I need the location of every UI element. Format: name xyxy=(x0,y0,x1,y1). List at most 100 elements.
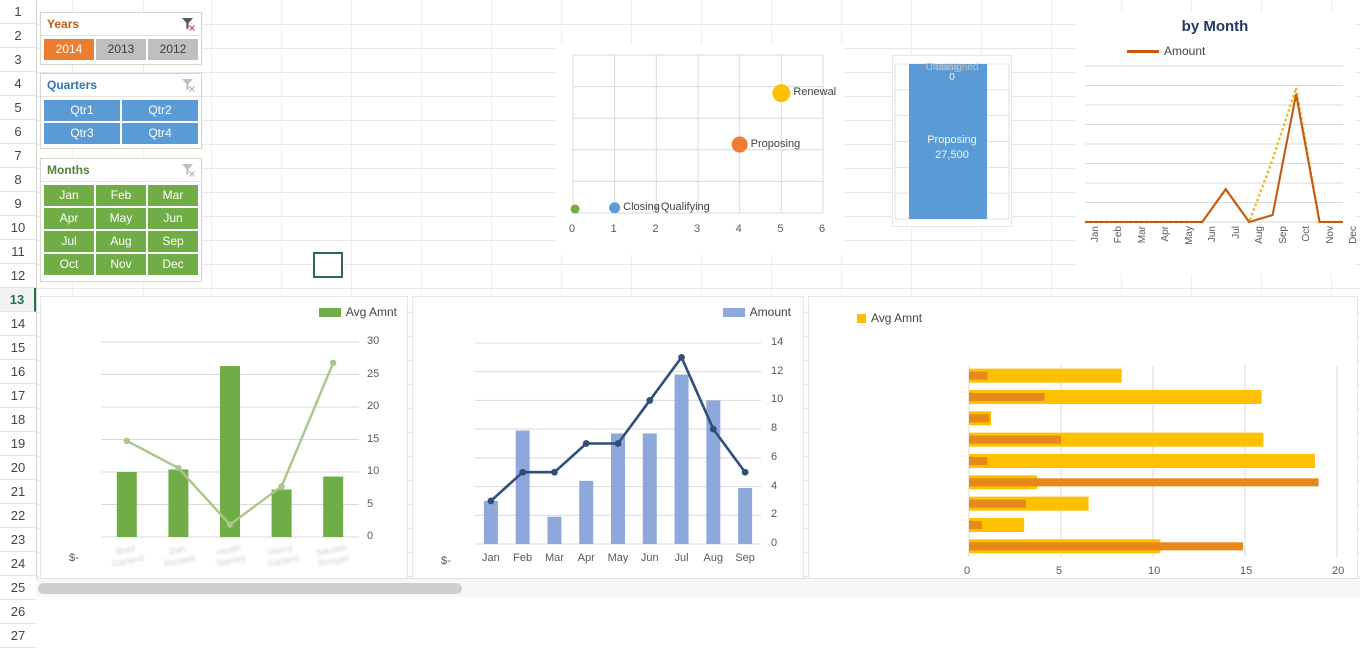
bubble-xtick-1: 1 xyxy=(610,223,617,235)
row-header-9[interactable]: 9 xyxy=(0,192,36,216)
bubble-xtick-6: 6 xyxy=(819,223,826,235)
row-header-4[interactable]: 4 xyxy=(0,72,36,96)
rep-ytick-10: 10 xyxy=(367,465,380,477)
slicer-item-dec[interactable]: Dec xyxy=(148,254,198,275)
slicer-months-items[interactable]: Jan Feb Mar Apr May Jun Jul Aug Sep Oct … xyxy=(41,182,201,278)
bubble-label-proposing: Proposing xyxy=(750,137,801,150)
row-header-13[interactable]: 13 xyxy=(0,288,36,312)
chart-avg-amnt-by-rep[interactable]: Avg Amnt $- 0 5 10 15 20 25 30 Brad Garland Dan R… xyxy=(40,296,408,582)
slicer-item-may[interactable]: May xyxy=(96,208,146,229)
legend-label-amount-bar: Amount xyxy=(749,305,791,319)
slicer-item-2014[interactable]: 2014 xyxy=(44,39,94,60)
legend-label-amount: Amount xyxy=(1164,44,1206,58)
month-xtick-Apr: Apr xyxy=(577,552,595,564)
row-header-17[interactable]: 17 xyxy=(0,384,36,408)
row-header-19[interactable]: 19 xyxy=(0,432,36,456)
month-ytick-0: 0 xyxy=(771,537,778,549)
chart-stacked-amount[interactable]: Unassigned Closing 0 Proposing 27,500 xyxy=(892,55,1012,227)
row-header-27[interactable]: 27 xyxy=(0,624,36,648)
legend-swatch-avg-amnt-h xyxy=(857,313,866,323)
by-month-xtick-Nov: Nov xyxy=(1324,226,1336,244)
month-xtick-Jun: Jun xyxy=(640,552,659,564)
row-header-1[interactable]: 1 xyxy=(0,0,36,24)
row-header-2[interactable]: 2 xyxy=(0,24,36,48)
row-header-8[interactable]: 8 xyxy=(0,168,36,192)
slicer-item-qtr2[interactable]: Qtr2 xyxy=(122,100,198,121)
bubble-xtick-3: 3 xyxy=(694,223,701,235)
slicer-item-qtr1[interactable]: Qtr1 xyxy=(44,100,120,121)
row-header-26[interactable]: 26 xyxy=(0,600,36,624)
row-header-11[interactable]: 11 xyxy=(0,240,36,264)
slicer-item-apr[interactable]: Apr xyxy=(44,208,94,229)
row-header-22[interactable]: 22 xyxy=(0,504,36,528)
slicer-item-sep[interactable]: Sep xyxy=(148,231,198,252)
row-header-5[interactable]: 5 xyxy=(0,96,36,120)
month-ytick-10: 10 xyxy=(771,393,784,406)
slicer-quarters[interactable]: Quarters Qtr1 Qtr2 Qtr3 Qtr4 xyxy=(40,73,202,149)
month-ytick-6: 6 xyxy=(771,450,778,463)
hbar-xtick-20: 20 xyxy=(1332,565,1345,577)
slicer-item-jun[interactable]: Jun xyxy=(148,208,198,229)
slicer-item-aug[interactable]: Aug xyxy=(96,231,146,252)
legend-avg-amnt[interactable]: Avg Amnt xyxy=(318,305,397,319)
slicer-item-oct[interactable]: Oct xyxy=(44,254,94,275)
row-header-25[interactable]: 25 xyxy=(0,576,36,600)
chart-title-by-month: by Month xyxy=(1181,18,1249,35)
slicer-years[interactable]: Years 2014 2013 2012 xyxy=(40,12,202,65)
legend-amount[interactable]: Amount xyxy=(722,305,791,319)
horizontal-scrollbar[interactable] xyxy=(36,578,1360,597)
month-xtick-Sep: Sep xyxy=(735,552,755,564)
month-xtick-Aug: Aug xyxy=(703,552,724,564)
legend-avg-amnt-h[interactable]: Avg Amnt xyxy=(857,311,922,325)
row-header-3[interactable]: 3 xyxy=(0,48,36,72)
slicer-quarters-items[interactable]: Qtr1 Qtr2 Qtr3 Qtr4 xyxy=(41,97,201,147)
slicer-item-qtr4[interactable]: Qtr4 xyxy=(122,123,198,144)
horizontal-scrollbar-thumb[interactable] xyxy=(38,583,462,594)
chart-amount-by-month[interactable]: by Month Amount Jan Feb Mar Apr May Jun Jul Aug… xyxy=(1075,12,1359,274)
month-xtick-Mar: Mar xyxy=(544,552,564,564)
bubble-xtick-5: 5 xyxy=(777,223,784,235)
row-header-12[interactable]: 12 xyxy=(0,264,36,288)
month-xtick-Jul: Jul xyxy=(674,552,689,564)
row-header-column[interactable]: 1 2 3 4 5 6 7 8 9 10 11 12 13 14 15 16 17 18 19 20 21 22 23 24 2… xyxy=(0,0,37,648)
stacked-body-label: Proposing xyxy=(927,134,977,146)
by-month-xtick-Oct: Oct xyxy=(1301,226,1313,242)
slicer-years-items[interactable]: 2014 2013 2012 xyxy=(41,36,201,63)
row-header-7[interactable]: 7 xyxy=(0,144,36,168)
chart-stage-bubble[interactable]: Closing Qualifying Proposing Renewal 0 1 2 3 4 5… xyxy=(555,45,845,255)
funnel-clear-icon[interactable] xyxy=(181,78,197,93)
slicer-item-jul[interactable]: Jul xyxy=(44,231,94,252)
row-header-14[interactable]: 14 xyxy=(0,312,36,336)
rep-ytick-30: 30 xyxy=(367,335,380,347)
by-month-xtick-Jun: Jun xyxy=(1207,226,1219,243)
slicer-months[interactable]: Months Jan Feb Mar Apr May Jun Jul Aug S… xyxy=(40,158,202,282)
slicer-item-nov[interactable]: Nov xyxy=(96,254,146,275)
slicer-item-qtr3[interactable]: Qtr3 xyxy=(44,123,120,144)
rep-ytick-0: 0 xyxy=(367,530,374,542)
chart-avg-amnt-horizontal[interactable]: Avg Amnt 0 5 10 15 20 xyxy=(808,296,1358,582)
row-header-23[interactable]: 23 xyxy=(0,528,36,552)
slicer-item-2012[interactable]: 2012 xyxy=(148,39,198,60)
selected-cell[interactable] xyxy=(313,252,343,278)
chart-amount-by-month-combo[interactable]: Amount $- 0 2 4 6 8 10 12 14 Jan Feb Mar Apr May Jun… xyxy=(412,296,804,582)
legend-label-avg-amnt: Avg Amnt xyxy=(345,305,397,319)
row-header-16[interactable]: 16 xyxy=(0,360,36,384)
funnel-clear-icon[interactable] xyxy=(181,163,197,178)
slicer-item-feb[interactable]: Feb xyxy=(96,185,146,206)
legend-by-month[interactable]: Amount xyxy=(1127,44,1205,58)
slicer-item-mar[interactable]: Mar xyxy=(148,185,198,206)
slicer-item-jan[interactable]: Jan xyxy=(44,185,94,206)
bubble-xtick-0: 0 xyxy=(569,223,576,235)
slicer-item-2013[interactable]: 2013 xyxy=(96,39,146,60)
row-header-6[interactable]: 6 xyxy=(0,120,36,144)
row-header-24[interactable]: 24 xyxy=(0,552,36,576)
funnel-clear-icon[interactable] xyxy=(181,17,197,32)
row-header-20[interactable]: 20 xyxy=(0,456,36,480)
bubble-label-renewal: Renewal xyxy=(793,86,837,99)
row-header-21[interactable]: 21 xyxy=(0,480,36,504)
mon-left-axis-label: $- xyxy=(441,555,451,567)
row-header-10[interactable]: 10 xyxy=(0,216,36,240)
bubble-label-closing: Closing xyxy=(623,200,660,213)
row-header-15[interactable]: 15 xyxy=(0,336,36,360)
row-header-18[interactable]: 18 xyxy=(0,408,36,432)
